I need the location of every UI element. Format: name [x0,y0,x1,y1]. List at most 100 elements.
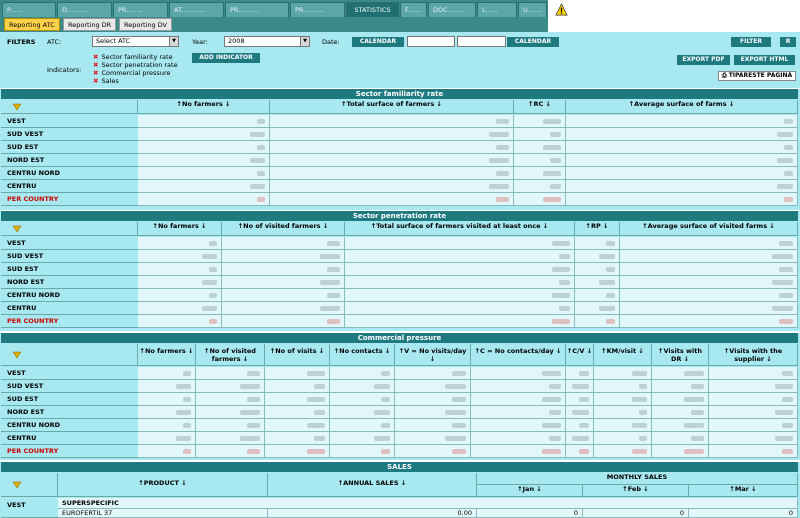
nav-tab-3[interactable]: PR........ [113,2,168,17]
column-header[interactable]: ↑PRODUCT ↓ [58,473,268,497]
row-label: SUD VEST [1,128,138,141]
reporting-atc-button[interactable]: Reporting ATC [4,18,60,31]
warning-icon[interactable] [555,3,568,16]
nav-tab-forum[interactable]: F....... [400,2,427,17]
filter-button[interactable]: FILTER [731,37,771,47]
nav-tab-1[interactable]: P...... [2,2,56,17]
masked-value [632,449,647,454]
column-header[interactable]: ↑No farmers ↓ [138,222,222,236]
table-cell [566,141,798,154]
chevron-down-icon[interactable]: ▼ [300,37,309,46]
masked-value [772,280,793,285]
sort-header[interactable] [1,473,58,497]
masked-value [496,197,509,202]
column-header[interactable]: ↑No contacts ↓ [330,344,395,366]
reset-button[interactable]: R [780,37,796,47]
masked-value [250,132,265,137]
column-header[interactable]: ↑Jan ↓ [477,485,583,497]
masked-value [775,436,793,441]
column-header[interactable]: ↑Feb ↓ [583,485,689,497]
export-html-button[interactable]: EXPORT HTML [734,55,795,65]
export-pdf-button[interactable]: EXPORT PDF [677,55,730,65]
add-indicator-button[interactable]: ADD INDICATOR [192,53,260,63]
masked-value [572,436,589,441]
reporting-dr-button[interactable]: Reporting DR [63,18,117,31]
sort-header[interactable] [1,344,138,366]
column-header[interactable]: ↑V = No visits/day ↓ [395,344,471,366]
table-cell [138,180,270,193]
table-cell [594,367,652,380]
column-header[interactable]: ↑No farmers ↓ [138,344,196,366]
print-page-button[interactable]: ⎙ TIPARESTE PAGINA [718,71,796,81]
nav-tab-documents[interactable]: DOC........ [428,2,476,17]
tab-statistics[interactable]: STATISTICS [346,2,399,17]
sort-arrow-icon[interactable] [11,102,23,111]
column-header[interactable]: ↑Total surface of farmers visited at lea… [345,222,575,236]
column-header[interactable]: ↑Total surface of farmers ↓ [270,100,514,114]
masked-value [639,436,647,441]
column-header[interactable]: ↑No farmers ↓ [138,100,270,114]
nav-tab-5[interactable]: PR.......... [225,2,289,17]
atc-select-value: Select ATC [96,37,131,45]
nav-tab-2[interactable]: D.......... [57,2,112,17]
sort-arrow-icon[interactable] [11,350,23,359]
nav-tab-9[interactable]: L...... [477,2,517,17]
date-to-input[interactable] [457,36,506,47]
calendar-from-button[interactable]: CALENDAR [352,37,404,47]
column-header[interactable]: ↑ANNUAL SALES ↓ [268,473,477,497]
column-header[interactable]: ↑Visits with DR ↓ [652,344,709,366]
remove-icon[interactable]: ✖ [93,77,98,85]
atc-select[interactable]: Select ATC ▼ [92,36,179,47]
column-header[interactable]: ↑Average surface of farms ↓ [566,100,798,114]
masked-value [552,319,570,324]
sort-arrow-icon[interactable] [11,224,23,233]
column-header[interactable]: ↑RP ↓ [575,222,620,236]
nav-tab-6[interactable]: PR.......... [290,2,345,17]
row-label: NORD EST [1,276,138,289]
chevron-down-icon[interactable]: ▼ [169,37,178,46]
column-header[interactable]: ↑No of visited farmers ↓ [196,344,265,366]
masked-value [452,423,466,428]
remove-icon[interactable]: ✖ [93,61,98,69]
column-header[interactable]: ↑No of visited farmers ↓ [222,222,345,236]
column-header[interactable]: ↑C/V ↓ [566,344,594,366]
table-cell [265,445,330,458]
table-cell [471,445,566,458]
masked-value [314,410,325,415]
masked-value [552,267,570,272]
year-select[interactable]: 2008 ▼ [224,36,310,47]
column-header[interactable]: ↑C = No contacts/day ↓ [471,344,566,366]
date-from-input[interactable] [407,36,455,47]
calendar-to-button[interactable]: CALENDAR [507,37,559,47]
masked-value [606,293,615,298]
sort-header[interactable] [1,222,138,236]
table-cell [265,432,330,445]
masked-value [176,384,191,389]
reporting-dv-button[interactable]: Reporting DV [119,18,173,31]
column-header[interactable]: ↑KM/visit ↓ [594,344,652,366]
masked-value [307,449,325,454]
sort-header[interactable] [1,100,138,114]
remove-icon[interactable]: ✖ [93,53,98,61]
table-cell [345,237,575,250]
masked-value [209,267,217,272]
indicator-item: ✖ Commercial pressure [93,69,171,77]
column-header[interactable]: ↑Visits with the supplier ↓ [709,344,798,366]
column-header[interactable]: ↑No of visits ↓ [265,344,330,366]
indicators-label: Indicators: [47,66,82,74]
remove-icon[interactable]: ✖ [93,69,98,77]
column-header[interactable]: ↑Average surface of visited farms ↓ [620,222,798,236]
masked-value [327,241,340,246]
masked-value [777,184,793,189]
nav-tab-4[interactable]: AT............ [169,2,224,17]
masked-value [691,410,704,415]
column-header[interactable]: ↑Mar ↓ [689,485,798,497]
nav-tab-10[interactable]: U....... [518,2,547,17]
table-cell [222,315,345,328]
sort-arrow-icon[interactable] [11,480,23,489]
year-select-value: 2008 [228,37,245,45]
table-cell [270,180,514,193]
row-label: CENTRU [1,180,138,193]
table-cell [196,367,265,380]
column-header[interactable]: ↑RC ↓ [514,100,566,114]
